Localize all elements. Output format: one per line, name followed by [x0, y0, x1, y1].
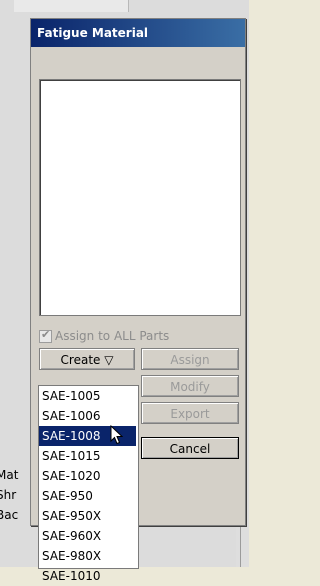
- dropdown-triangle-icon: ▽: [104, 353, 114, 367]
- dropdown-item[interactable]: SAE-1010: [39, 566, 136, 586]
- create-dropdown-list[interactable]: SAE-1005 SAE-1006 SAE-1008 SAE-1015 SAE-…: [38, 385, 139, 583]
- checkmark-icon: ✔: [41, 327, 51, 341]
- cancel-button[interactable]: Cancel: [141, 437, 239, 459]
- dialog-title[interactable]: Fatigue Material: [31, 19, 245, 47]
- dropdown-item[interactable]: SAE-1006: [39, 406, 136, 426]
- modify-button[interactable]: Modify: [141, 375, 239, 397]
- dropdown-item[interactable]: SAE-1015: [39, 446, 136, 466]
- create-button[interactable]: Create ▽: [39, 348, 135, 370]
- dropdown-item[interactable]: SAE-1020: [39, 466, 136, 486]
- dropdown-item[interactable]: SAE-980X: [39, 546, 136, 566]
- dropdown-item[interactable]: SAE-960X: [39, 526, 136, 546]
- background-label: Shr: [0, 488, 17, 502]
- create-button-label: Create: [60, 353, 101, 367]
- mouse-cursor-icon: [110, 425, 124, 445]
- background-label: Bac: [0, 508, 19, 522]
- background-label: Mat: [0, 468, 19, 482]
- assign-all-label: Assign to ALL Parts: [55, 329, 170, 343]
- assign-all-checkbox-row[interactable]: ✔ Assign to ALL Parts: [39, 328, 169, 344]
- background-toolbar: [14, 0, 129, 12]
- dropdown-item[interactable]: SAE-1005: [39, 386, 136, 406]
- assign-all-checkbox[interactable]: ✔: [39, 327, 52, 343]
- assign-button[interactable]: Assign: [141, 348, 239, 370]
- dropdown-item[interactable]: SAE-950: [39, 486, 136, 506]
- export-button[interactable]: Export: [141, 402, 239, 424]
- dropdown-item[interactable]: SAE-950X: [39, 506, 136, 526]
- material-listbox[interactable]: [39, 79, 241, 316]
